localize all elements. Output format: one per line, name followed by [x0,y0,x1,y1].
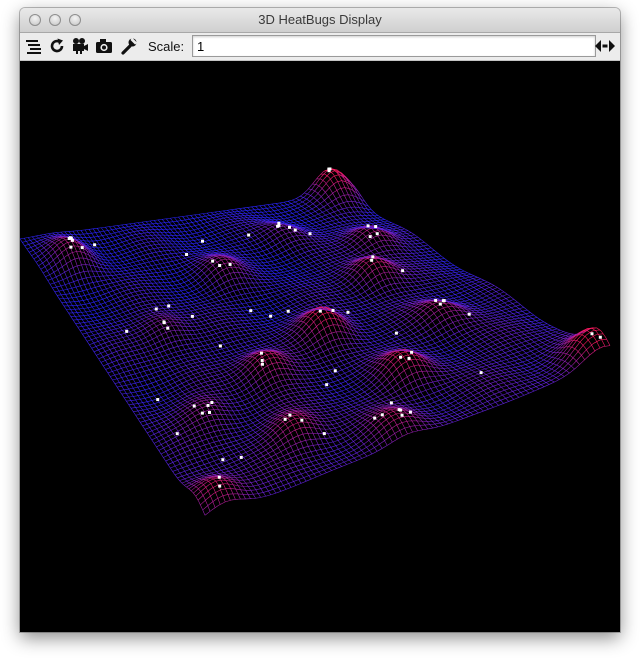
snapshot-button[interactable] [95,37,113,55]
heat-bug [442,299,446,303]
heat-bug [401,269,405,273]
heat-bug [247,233,251,237]
refresh-button[interactable] [48,37,66,55]
heat-bug [80,246,84,250]
heat-bug [331,308,335,312]
heat-bug [167,304,171,308]
heat-bug [300,418,304,422]
heat-bug [467,312,471,316]
heat-bug [283,417,287,421]
heat-bug [69,245,73,249]
heat-bug [407,356,411,360]
heat-bug [125,329,129,333]
heat-bug [368,235,372,239]
double-arrow-icon [595,40,615,52]
heat-bug [211,259,215,263]
scale-input[interactable] [192,35,596,57]
heat-bug [156,398,160,402]
resize-button[interactable] [594,37,616,55]
heat-bug [200,239,204,243]
heat-bug [308,232,312,236]
heat-bug [325,383,329,387]
heat-bug [228,262,232,266]
heat-bug [276,224,280,228]
heat-bug [389,401,393,405]
heat-bug [218,344,222,348]
heat-bug [185,252,189,256]
heat-bug [373,416,377,420]
heat-bug [154,307,158,311]
heat-bug [218,263,222,267]
3d-display-canvas[interactable] [20,61,620,632]
heat-bug [374,225,378,229]
heat-bug [346,310,350,314]
heat-bug [380,413,384,417]
heat-bug [249,309,253,313]
options-button[interactable] [120,37,138,55]
heat-bug [399,355,403,359]
heat-bug [200,411,204,415]
heat-bug [221,458,225,462]
layers-button[interactable] [25,37,43,55]
heat-bug [93,243,97,247]
heat-bug [260,362,264,366]
heatbugs-surface [20,167,611,516]
heat-bug [408,410,412,414]
toolbar: Scale: [20,33,620,61]
heat-bug [69,236,73,240]
heatbugs-window: 3D HeatBugs Display Scale: 1 [20,8,620,632]
scale-label: Scale: [148,39,185,54]
surface-wireframe [20,168,611,516]
heat-bug [322,432,326,436]
heat-bug [239,455,243,459]
movie-button[interactable] [71,37,89,55]
heat-bug [366,224,370,228]
heat-bug [288,225,292,229]
heat-bug [218,484,222,488]
heat-bug [333,369,337,373]
refresh-icon [50,38,64,53]
heat-bug [400,413,404,417]
heat-bug [166,326,170,330]
heat-bug [293,228,297,232]
heat-bug [260,358,264,362]
heat-bug [598,335,602,339]
heat-bug [394,331,398,335]
heat-bug [371,255,375,259]
heat-bug [269,314,273,318]
heat-bug [479,371,483,375]
heat-bug [397,408,401,412]
window-title: 3D HeatBugs Display [258,12,382,27]
heat-bug [162,320,166,324]
heat-bug [217,475,221,479]
layers-icon [26,40,41,54]
heat-bug [175,432,179,436]
title-bar[interactable]: 3D HeatBugs Display [20,8,620,33]
heat-bug [288,413,292,417]
heat-bug [206,403,210,407]
heat-bug [192,404,196,408]
heat-bug [190,314,194,318]
heat-bug [370,258,374,262]
heat-bug [207,410,211,414]
wrench-icon [121,37,138,55]
heat-bug [410,350,414,354]
heat-bug [590,332,594,336]
heat-bug [259,351,263,355]
heat-bug [434,298,438,302]
movie-camera-icon [73,38,88,54]
heat-bug [286,309,290,313]
heat-bug [210,401,214,405]
heat-bug [318,309,322,313]
heat-bug [375,232,379,236]
heat-bug [438,302,442,306]
heat-bug [327,167,331,171]
camera-icon [96,39,112,53]
